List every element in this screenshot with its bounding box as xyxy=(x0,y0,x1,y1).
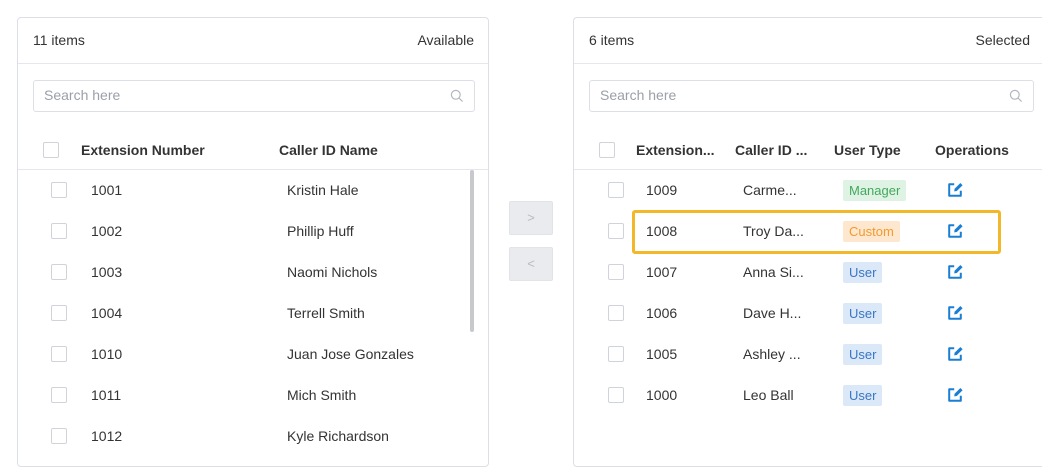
table-row[interactable]: 1011 Mich Smith xyxy=(18,375,488,416)
row-checkbox[interactable] xyxy=(51,182,67,198)
row-checkbox[interactable] xyxy=(608,223,624,239)
move-right-button[interactable]: > xyxy=(509,201,553,235)
column-operations: Operations xyxy=(935,142,1009,158)
table-row[interactable]: 1007 Anna Si... User xyxy=(574,252,1042,293)
caller-id-name: Mich Smith xyxy=(287,387,357,403)
extension-number: 1007 xyxy=(646,264,678,280)
selected-panel-header: 6 items Selected xyxy=(574,18,1042,64)
extension-number: 1011 xyxy=(91,387,122,403)
table-row[interactable]: 1012 Kyle Richardson xyxy=(18,416,488,457)
user-type-badge: Custom xyxy=(843,221,900,242)
selected-panel: 6 items Selected Extension... Caller ID … xyxy=(573,17,1042,467)
available-panel-header: 11 items Available xyxy=(18,18,488,64)
caller-id-name: Carme... xyxy=(743,182,797,198)
scrollbar[interactable] xyxy=(470,170,474,332)
column-caller-id: Caller ID ... xyxy=(735,142,808,158)
table-row[interactable]: 1005 Ashley ... User xyxy=(574,334,1042,375)
selected-title: Selected xyxy=(975,32,1030,48)
table-row[interactable]: 1006 Dave H... User xyxy=(574,293,1042,334)
caller-id-name: Naomi Nichols xyxy=(287,264,378,280)
row-checkbox[interactable] xyxy=(51,346,67,362)
table-row[interactable]: 1008 Troy Da... Custom xyxy=(574,211,1042,252)
caller-id-name: Ashley ... xyxy=(743,346,801,362)
available-title: Available xyxy=(417,32,474,48)
edit-icon[interactable] xyxy=(946,263,964,281)
edit-icon[interactable] xyxy=(946,345,964,363)
available-search[interactable] xyxy=(33,80,475,112)
table-row[interactable]: 1000 Leo Ball User xyxy=(574,375,1042,416)
available-count: 11 items xyxy=(33,32,85,48)
move-left-button[interactable]: < xyxy=(509,247,553,281)
table-row[interactable]: 1003 Naomi Nichols xyxy=(18,252,488,293)
search-icon[interactable] xyxy=(450,89,464,103)
column-extension-number: Extension Number xyxy=(81,142,205,158)
extension-number: 1004 xyxy=(91,305,123,321)
selected-search[interactable] xyxy=(589,80,1034,112)
extension-number: 1001 xyxy=(91,182,123,198)
table-row[interactable]: 1001 Kristin Hale xyxy=(18,170,488,211)
edit-icon[interactable] xyxy=(946,386,964,404)
table-row[interactable]: 1009 Carme... Manager xyxy=(574,170,1042,211)
table-row[interactable]: 1010 Juan Jose Gonzales xyxy=(18,334,488,375)
selected-count: 6 items xyxy=(589,32,635,48)
caller-id-name: Dave H... xyxy=(743,305,802,321)
extension-number: 1009 xyxy=(646,182,678,198)
row-checkbox[interactable] xyxy=(51,305,67,321)
selected-table-header: Extension... Caller ID ... User Type Ope… xyxy=(574,130,1042,170)
select-all-checkbox[interactable] xyxy=(599,142,615,158)
column-extension: Extension... xyxy=(636,142,715,158)
caller-id-name: Kristin Hale xyxy=(287,182,359,198)
extension-number: 1005 xyxy=(646,346,678,362)
edit-icon[interactable] xyxy=(946,304,964,322)
column-caller-id-name: Caller ID Name xyxy=(279,142,378,158)
table-row[interactable]: 1002 Phillip Huff xyxy=(18,211,488,252)
row-checkbox[interactable] xyxy=(51,223,67,239)
row-checkbox[interactable] xyxy=(51,264,67,280)
row-checkbox[interactable] xyxy=(608,346,624,362)
caller-id-name: Terrell Smith xyxy=(287,305,365,321)
available-search-input[interactable] xyxy=(44,87,396,103)
row-checkbox[interactable] xyxy=(608,182,624,198)
extension-number: 1000 xyxy=(646,387,678,403)
table-row[interactable]: 1004 Terrell Smith xyxy=(18,293,488,334)
row-checkbox[interactable] xyxy=(608,387,624,403)
user-type-badge: User xyxy=(843,262,883,283)
caller-id-name: Phillip Huff xyxy=(287,223,354,239)
select-all-checkbox[interactable] xyxy=(43,142,59,158)
extension-number: 1003 xyxy=(91,264,123,280)
column-user-type: User Type xyxy=(834,142,901,158)
extension-number: 1010 xyxy=(91,346,123,362)
caller-id-name: Leo Ball xyxy=(743,387,794,403)
caller-id-name: Troy Da... xyxy=(743,223,804,239)
user-type-badge: User xyxy=(843,303,883,324)
row-checkbox[interactable] xyxy=(51,428,67,444)
caller-id-name: Kyle Richardson xyxy=(287,428,389,444)
extension-number: 1002 xyxy=(91,223,123,239)
extension-number: 1008 xyxy=(646,223,678,239)
row-checkbox[interactable] xyxy=(51,387,67,403)
available-table-header: Extension Number Caller ID Name xyxy=(18,130,488,170)
caller-id-name: Anna Si... xyxy=(743,264,804,280)
user-type-badge: User xyxy=(843,344,883,365)
user-type-badge: User xyxy=(843,385,883,406)
caller-id-name: Juan Jose Gonzales xyxy=(287,346,414,362)
extension-number: 1006 xyxy=(646,305,678,321)
row-checkbox[interactable] xyxy=(608,305,624,321)
user-type-badge: Manager xyxy=(843,180,907,201)
search-icon[interactable] xyxy=(1009,89,1023,103)
edit-icon[interactable] xyxy=(946,222,964,240)
row-checkbox[interactable] xyxy=(608,264,624,280)
extension-number: 1012 xyxy=(91,428,123,444)
edit-icon[interactable] xyxy=(946,181,964,199)
available-panel: 11 items Available Extension Number Call… xyxy=(17,17,489,467)
selected-search-input[interactable] xyxy=(600,87,955,103)
